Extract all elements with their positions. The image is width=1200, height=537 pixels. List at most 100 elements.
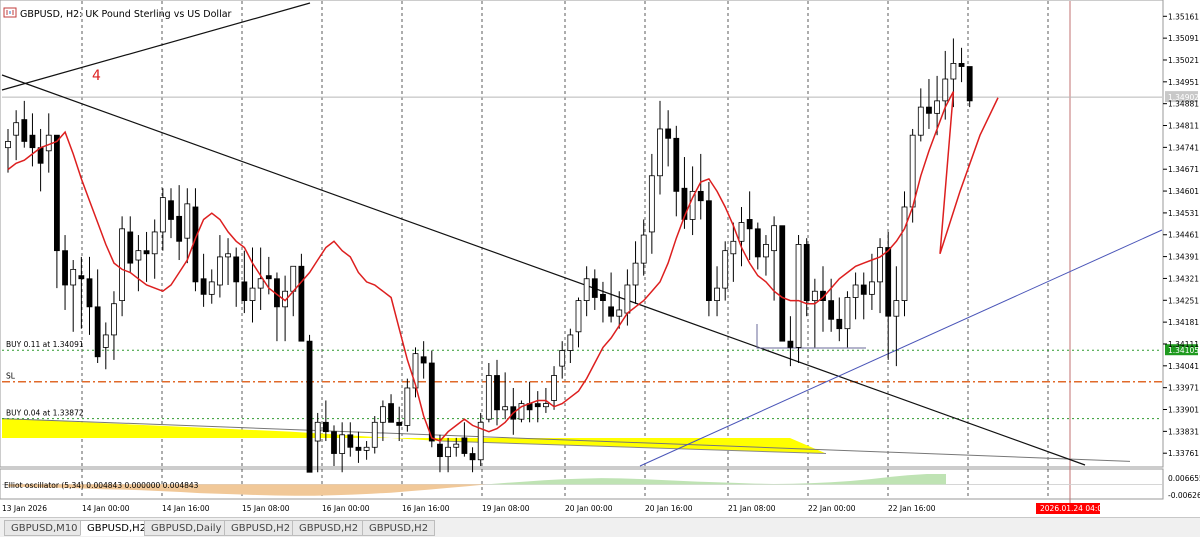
time-tick-label: 16 Jan 16:00: [402, 504, 450, 513]
time-tick-label: 20 Jan 16:00: [645, 504, 693, 513]
bull-candle: [404, 387, 411, 426]
bull-candle: [559, 350, 566, 367]
bull-candle: [502, 406, 509, 411]
bull-candle: [543, 403, 549, 408]
time-tick-label: 14 Jan 16:00: [162, 504, 210, 513]
chart-tab[interactable]: GBPUSD,M10: [4, 520, 85, 536]
bull-candle: [379, 406, 386, 423]
bull-candle: [70, 268, 77, 286]
bear-candle: [494, 375, 500, 411]
chart-tab[interactable]: GBPUSD,H2: [292, 520, 366, 536]
bull-candle: [657, 128, 663, 177]
bull-candle: [225, 253, 231, 258]
price-tick-label: 1.34461: [1168, 231, 1199, 240]
bull-candle: [616, 309, 623, 317]
price-tick-label: 1.34671: [1168, 165, 1199, 174]
bull-candle: [934, 100, 940, 114]
price-tick-label: 1.33901: [1168, 406, 1199, 415]
bear-candle: [168, 200, 174, 220]
bull-candle: [339, 434, 346, 454]
order-level-label: SL: [6, 372, 16, 381]
bull-candle: [314, 421, 321, 442]
time-tick-label: 13 Jan 2026: [2, 504, 47, 513]
price-tick-label: 1.35161: [1168, 12, 1199, 21]
price-tick-label: 1.35091: [1168, 34, 1199, 43]
bear-candle: [54, 134, 60, 252]
bear-candle: [94, 306, 101, 358]
price-tick-label: 1.34181: [1168, 318, 1199, 327]
time-tick-label: 14 Jan 00:00: [82, 504, 130, 513]
bull-candle: [869, 281, 875, 295]
bull-candle: [184, 203, 191, 239]
bull-candle: [795, 244, 802, 348]
bull-candle: [901, 206, 908, 301]
bear-candle: [600, 293, 606, 301]
symbol-title: GBPUSD, H2: UK Pound Sterling vs US Doll…: [20, 9, 232, 20]
bull-candle: [632, 262, 639, 286]
bear-candle: [420, 356, 427, 364]
price-tick-label: 1.33831: [1168, 427, 1199, 436]
trend-annotation: 4: [92, 68, 101, 84]
bull-candle: [844, 297, 851, 330]
bear-candle: [347, 434, 354, 448]
time-tick-label: 20 Jan 00:00: [565, 504, 613, 513]
bear-candle: [958, 63, 965, 67]
price-tick-label: 1.34811: [1168, 122, 1199, 131]
bull-candle: [640, 234, 647, 264]
price-tick-label: 1.34111: [1168, 340, 1199, 349]
bull-candle: [485, 375, 492, 420]
bear-candle: [331, 431, 337, 454]
bear-candle: [86, 278, 93, 308]
chart-tab[interactable]: GBPUSD,H2: [362, 520, 436, 536]
chart-tab[interactable]: GBPUSD,H2: [80, 520, 154, 536]
bear-candle: [233, 256, 240, 283]
bull-candle: [102, 334, 109, 348]
bull-candle: [575, 300, 582, 333]
bull-candle: [363, 446, 370, 451]
bull-candle: [551, 375, 557, 401]
time-tick-label: 22 Jan 16:00: [888, 504, 936, 513]
bear-candle: [591, 278, 598, 298]
bear-candle: [608, 306, 614, 317]
bear-candle: [437, 443, 443, 458]
bear-candle: [21, 119, 28, 142]
price-tick-label: 1.34321: [1168, 274, 1199, 283]
price-tick-label: 1.33761: [1168, 449, 1199, 458]
bear-candle: [673, 137, 680, 192]
bear-candle: [966, 66, 973, 102]
bull-candle: [371, 421, 378, 448]
chart-tab[interactable]: GBPUSD,H2: [224, 520, 298, 536]
chart-canvas[interactable]: BUY 0.11 at 1.340911.34105SLBUY 0.04 at …: [0, 0, 1200, 517]
bull-candle: [5, 141, 11, 149]
osc-axis-bottom-label: -0.006269: [1168, 491, 1200, 500]
osc-axis-top-label: 0.006655: [1168, 474, 1200, 483]
bear-candle: [29, 134, 36, 149]
bear-candle: [200, 278, 207, 295]
bear-candle: [306, 340, 313, 473]
bull-candle: [445, 446, 452, 458]
time-tick-label: 16 Jan 00:00: [322, 504, 370, 513]
bear-candle: [322, 421, 329, 433]
bull-candle: [909, 134, 916, 208]
bear-candle: [396, 421, 403, 426]
price-tick-label: 1.34601: [1168, 187, 1199, 196]
future-time-label: 2026.01.24 04:00: [1040, 504, 1107, 513]
bear-candle: [388, 403, 394, 423]
time-tick-label: 21 Jan 08:00: [728, 504, 776, 513]
bear-candle: [355, 446, 362, 451]
bear-candle: [787, 340, 794, 348]
bull-candle: [290, 265, 297, 292]
bull-candle: [249, 287, 256, 301]
bull-candle: [917, 106, 924, 136]
oscillator-title: Elliot oscillator (5,34) 0.004843 0.0000…: [4, 481, 199, 490]
bear-candle: [665, 128, 672, 139]
bull-candle: [893, 300, 900, 317]
bull-candle: [942, 78, 949, 102]
bull-candle: [771, 225, 777, 252]
bull-candle: [216, 256, 223, 286]
chart-window[interactable]: BUY 0.11 at 1.34091 1.34105 SL BUY 0.04 at …: [0, 0, 1200, 537]
bull-candle: [208, 281, 215, 295]
chart-tab[interactable]: GBPUSD,Daily: [144, 520, 229, 536]
bear-candle: [241, 281, 248, 301]
price-tick-label: 1.34881: [1168, 100, 1199, 109]
